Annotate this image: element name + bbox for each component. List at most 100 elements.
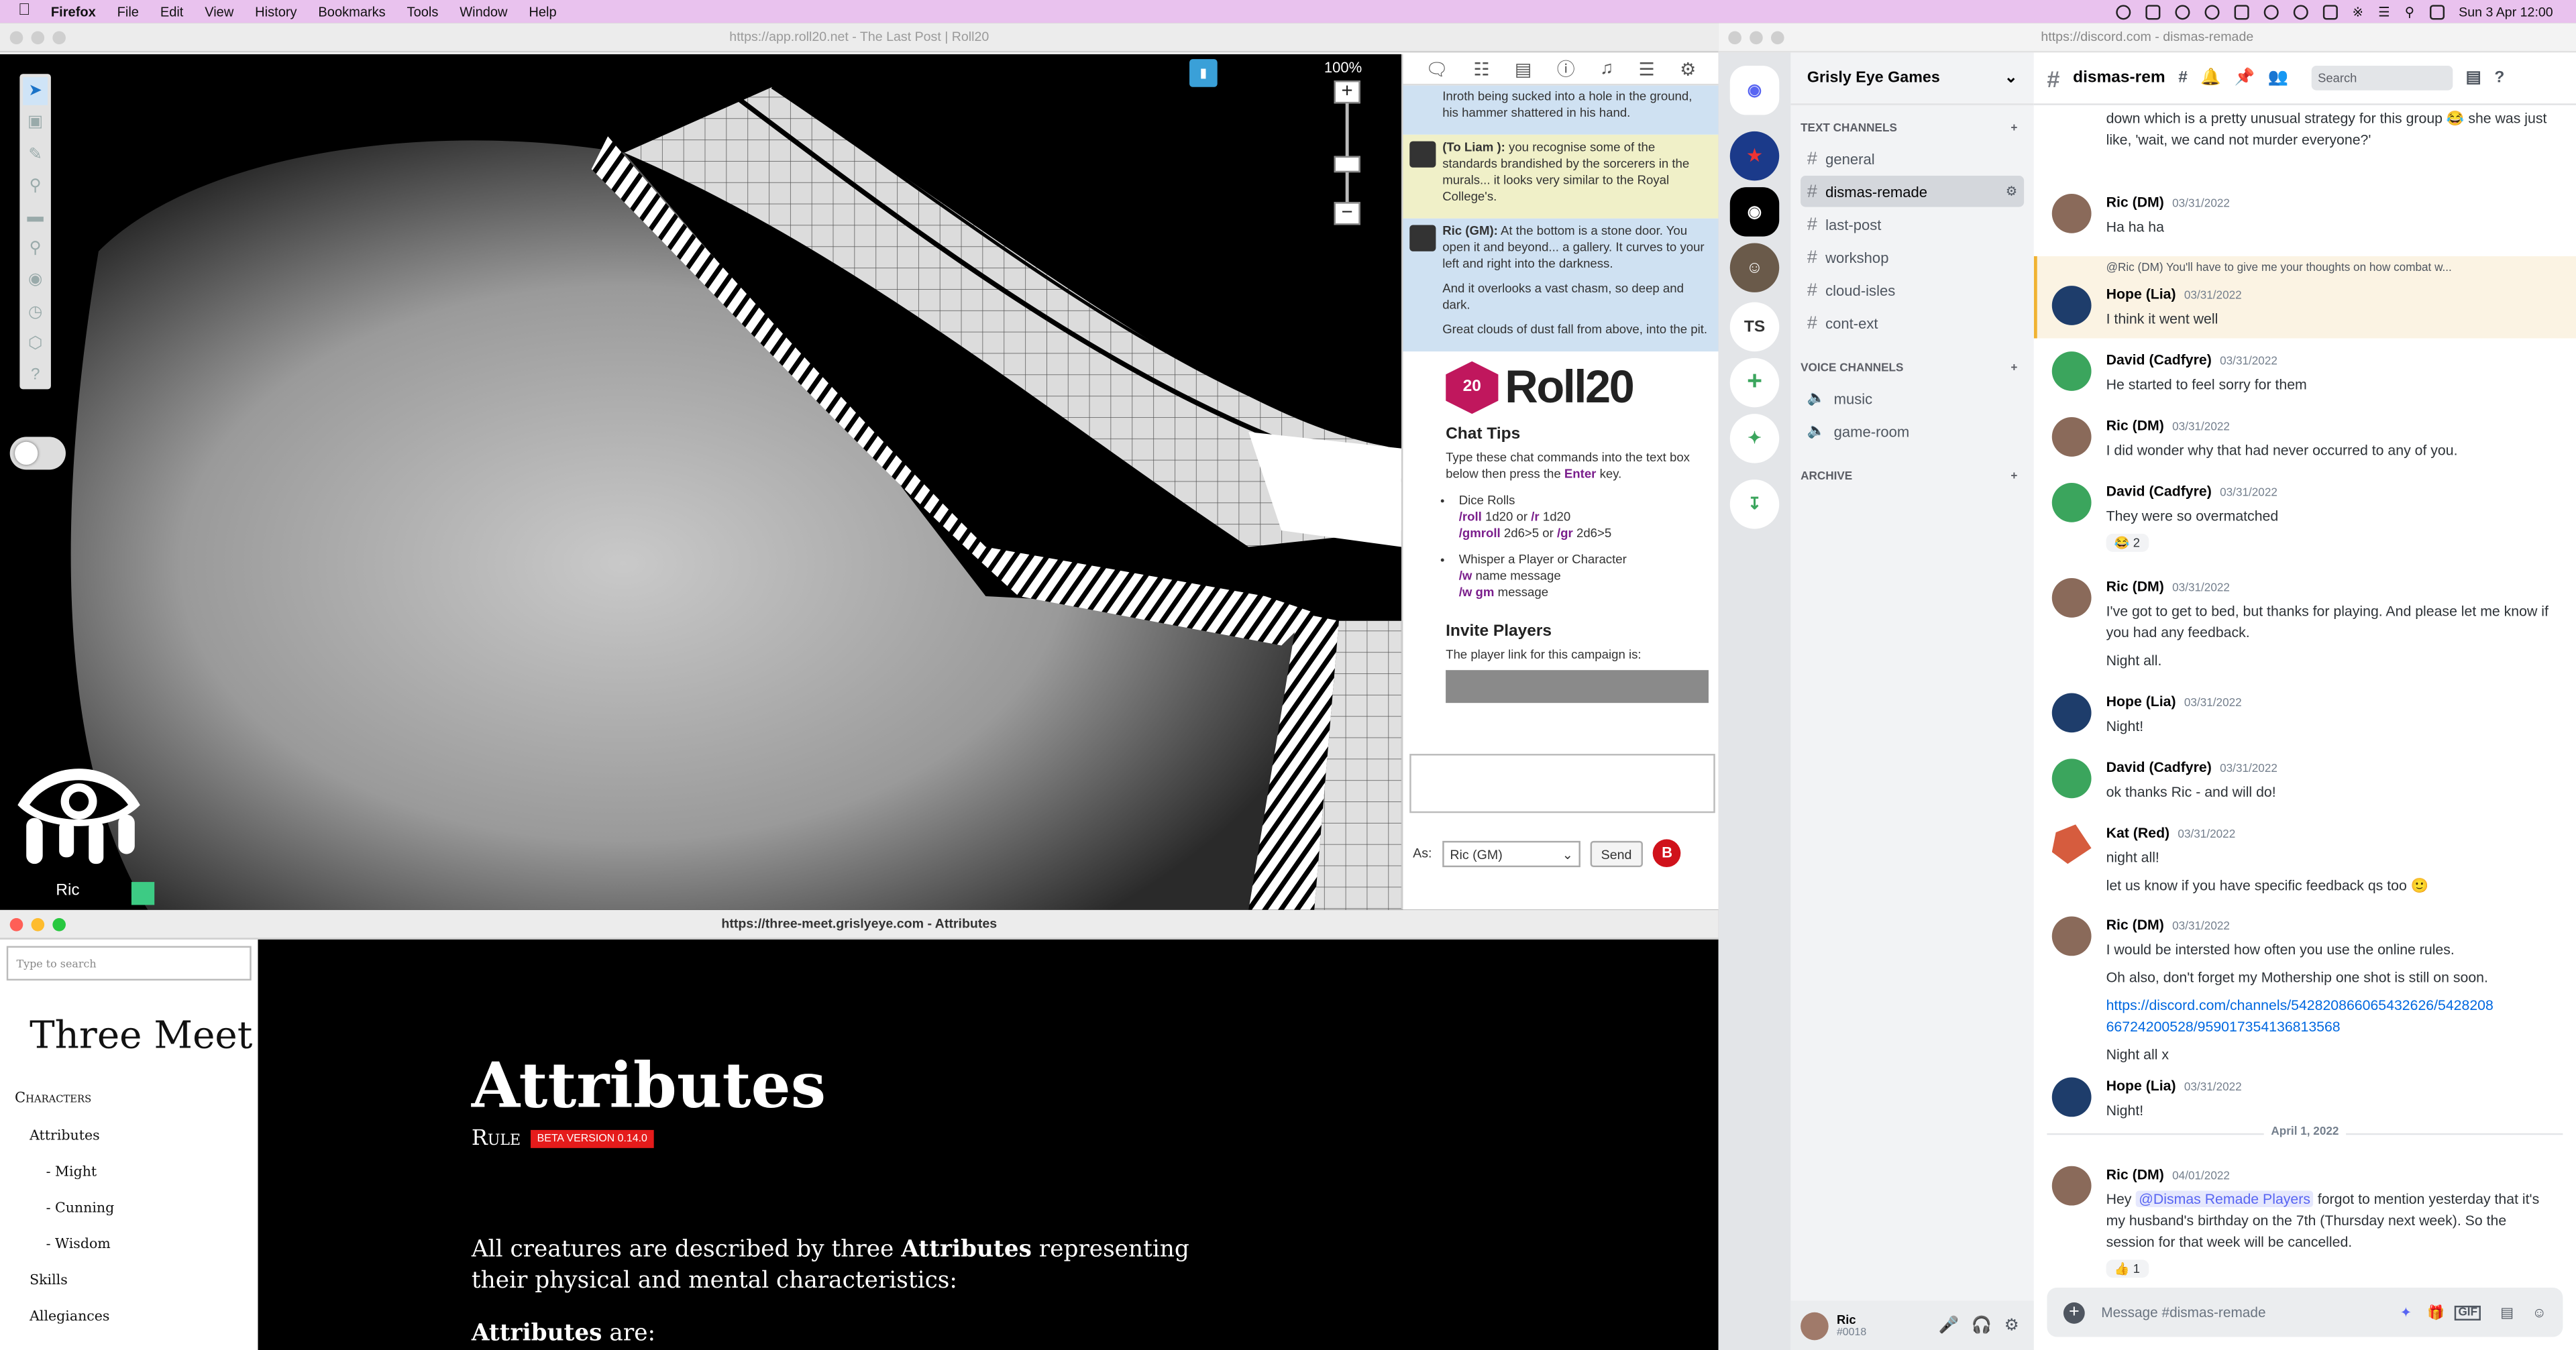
channel-workshop[interactable]: # workshop xyxy=(1801,241,2024,273)
battery-icon[interactable] xyxy=(2322,4,2338,19)
message-author[interactable]: Hope (Lia) xyxy=(2106,286,2176,302)
voice-channel-music[interactable]: 🔈 music xyxy=(1801,383,2024,414)
status-icon[interactable] xyxy=(2115,4,2131,19)
status-icon[interactable] xyxy=(2204,4,2220,19)
message-list[interactable]: down which is a pretty unusual strategy … xyxy=(2033,105,2576,1281)
minimize-button[interactable] xyxy=(1750,31,1763,45)
journal-tab-icon[interactable]: ▤ xyxy=(1515,58,1532,79)
close-button[interactable] xyxy=(1728,31,1741,45)
nav-item-might[interactable]: - Might xyxy=(15,1163,114,1199)
emoji-icon[interactable]: ☺ xyxy=(2532,1304,2546,1320)
channel-last-post[interactable]: # last-post xyxy=(1801,209,2024,240)
sticker-icon[interactable]: ▤ xyxy=(2500,1303,2514,1321)
zoom-button[interactable] xyxy=(52,917,66,932)
channel-cont-ext[interactable]: # cont-ext xyxy=(1801,307,2024,339)
message-author[interactable]: Kat (Red) xyxy=(2106,824,2170,840)
gift-icon[interactable]: 🎁 xyxy=(2427,1303,2445,1321)
category-archive[interactable]: ARCHIVE + xyxy=(1790,463,2033,490)
menu-app-name[interactable]: Firefox xyxy=(51,4,96,19)
server-icon[interactable]: ★ xyxy=(1729,131,1780,181)
menu-file[interactable]: File xyxy=(117,4,139,19)
site-title[interactable]: Three Meet xyxy=(30,1015,252,1058)
apple-icon[interactable]:  xyxy=(18,3,34,19)
avatar[interactable] xyxy=(2051,824,2092,864)
beyond-extension-icon[interactable]: B xyxy=(1653,839,1681,868)
minimize-button[interactable] xyxy=(31,917,45,932)
avatar[interactable] xyxy=(2051,916,2092,956)
close-button[interactable] xyxy=(9,917,23,932)
grisly-eye-server-icon[interactable]: ◉ xyxy=(1729,187,1780,237)
status-icon[interactable] xyxy=(2175,4,2190,19)
zoom-out-button[interactable]: − xyxy=(1334,202,1360,225)
chat-input[interactable] xyxy=(1409,754,1715,813)
message-author[interactable]: Ric (DM) xyxy=(2106,917,2164,933)
voice-channel-game-room[interactable]: 🔈 game-room xyxy=(1801,416,2024,447)
search-icon[interactable]: ⚲ xyxy=(2405,4,2414,19)
attach-icon[interactable]: + xyxy=(2063,1301,2085,1323)
menu-window[interactable]: Window xyxy=(460,4,507,19)
map-canvas[interactable]: ➤ ▣ ✎ ⚲ ▬ ⚲ ◉ ◷ ⬡ ? ▮ 100% + − Ric xyxy=(0,54,1401,910)
nav-item-cunning[interactable]: - Cunning xyxy=(15,1199,115,1235)
avatar[interactable] xyxy=(2051,1077,2092,1117)
gif-button[interactable]: GIF xyxy=(2455,1304,2481,1320)
menu-history[interactable]: History xyxy=(255,4,297,19)
search-input[interactable]: Type to search xyxy=(6,946,252,981)
mute-icon[interactable]: 🎤 xyxy=(1939,1316,1959,1335)
dark-mode-toggle[interactable] xyxy=(9,437,66,470)
avatar[interactable] xyxy=(2051,417,2092,457)
bell-icon[interactable]: 🔔 xyxy=(2200,69,2220,87)
threads-icon[interactable]: # xyxy=(2178,69,2188,87)
inbox-icon[interactable]: ▤ xyxy=(2466,69,2481,87)
settings-icon[interactable]: ⚙ xyxy=(2006,184,2018,199)
avatar[interactable] xyxy=(2051,286,2092,325)
turn-tracker-icon[interactable]: ◷ xyxy=(23,298,48,326)
zoom-slider[interactable] xyxy=(1345,87,1349,219)
message-author[interactable]: David (Cadfyre) xyxy=(2106,483,2212,499)
zoom-tool-icon[interactable]: ⚲ xyxy=(23,172,48,200)
chat-log[interactable]: Inroth being sucked into a hole in the g… xyxy=(1403,85,1719,734)
nav-item-allegiances[interactable]: Allegiances xyxy=(15,1307,114,1343)
download-icon[interactable]: ↧ xyxy=(1729,480,1780,529)
channel-dismas-remade[interactable]: # dismas-remade ⚙ xyxy=(1801,176,2025,207)
nav-item-wisdom[interactable]: - Wisdom xyxy=(15,1235,114,1272)
add-channel-icon[interactable]: + xyxy=(2010,471,2017,482)
message-author[interactable]: Ric (DM) xyxy=(2106,1166,2164,1182)
status-icon[interactable] xyxy=(2234,4,2249,19)
fog-tool-icon[interactable]: ◉ xyxy=(23,266,48,294)
avatar[interactable] xyxy=(2051,193,2092,233)
explore-icon[interactable]: ✦ xyxy=(1729,414,1780,463)
settings-tab-icon[interactable]: ⚙ xyxy=(1680,58,1696,79)
jukebox-tab-icon[interactable]: ♫ xyxy=(1600,59,1613,78)
server-header[interactable]: Grisly Eye Games ⌄ xyxy=(1790,52,2034,105)
nav-item-attributes[interactable]: Attributes xyxy=(15,1127,114,1163)
record-icon[interactable] xyxy=(2293,4,2308,19)
control-center-icon[interactable] xyxy=(2429,4,2445,19)
add-server-icon[interactable]: + xyxy=(1729,357,1780,408)
server-icon[interactable]: ☺ xyxy=(1729,243,1780,292)
invite-link-field[interactable] xyxy=(1446,670,1709,704)
category-text-channels[interactable]: TEXT CHANNELS + xyxy=(1790,115,2033,141)
search-input[interactable]: Search xyxy=(2311,65,2453,91)
settings-icon[interactable]: ⚙ xyxy=(2004,1316,2019,1335)
category-voice-channels[interactable]: VOICE CHANNELS + xyxy=(1790,355,2033,381)
bluetooth-icon[interactable]: ※ xyxy=(2353,4,2363,19)
send-button[interactable]: Send xyxy=(1589,840,1644,866)
pin-tool-icon[interactable]: ⚲ xyxy=(23,235,48,263)
message-author[interactable]: Hope (Lia) xyxy=(2106,693,2176,709)
reaction[interactable]: 👍 1 xyxy=(2106,1259,2149,1278)
message-link[interactable]: https://discord.com/channels/54282086606… xyxy=(2106,995,2501,1038)
server-icon[interactable]: TS xyxy=(1729,302,1780,352)
measure-tool-icon[interactable]: ▬ xyxy=(23,203,48,231)
zoom-button[interactable] xyxy=(52,31,66,45)
layers-tool-icon[interactable]: ▣ xyxy=(23,109,48,137)
chat-tab-icon[interactable]: 🗨 xyxy=(1426,58,1448,79)
avatar[interactable] xyxy=(2051,483,2092,522)
speaking-as-select[interactable]: Ric (GM) ⌄ xyxy=(1442,840,1580,866)
deafen-icon[interactable]: 🎧 xyxy=(1972,1316,1992,1335)
zoom-in-button[interactable]: + xyxy=(1334,80,1360,104)
menu-view[interactable]: View xyxy=(205,4,233,19)
nav-section-characters[interactable]: Characters xyxy=(15,1090,114,1127)
members-icon[interactable]: 👥 xyxy=(2268,69,2288,87)
message-author[interactable]: David (Cadfyre) xyxy=(2106,758,2212,775)
zoom-button[interactable] xyxy=(1771,31,1784,45)
